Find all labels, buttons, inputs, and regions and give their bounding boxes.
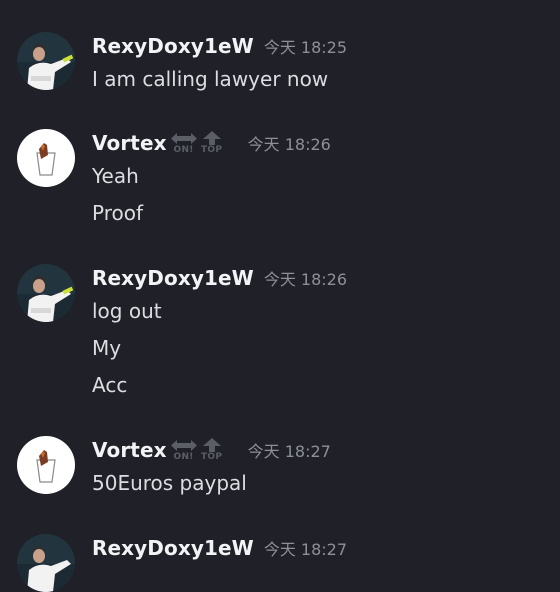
timestamp: 今天 18:27 (247, 442, 331, 461)
up-arrow-icon (202, 131, 221, 145)
soccer-player-avatar-icon (17, 534, 75, 592)
message-text: My (92, 336, 122, 360)
message-text: 50Euros paypal (92, 471, 247, 495)
message-text: I am calling lawyer now (92, 67, 329, 91)
double-arrow-icon (170, 439, 197, 451)
top-badge: TOP (198, 131, 226, 155)
message-text: Yeah (92, 164, 139, 188)
up-arrow-icon (202, 438, 221, 452)
username[interactable]: Vortex (92, 131, 167, 155)
timestamp: 今天 18:26 (263, 270, 348, 289)
timestamp: 今天 18:27 (263, 540, 348, 559)
badge-group: ON! TOP (170, 131, 226, 155)
top-badge: TOP (198, 438, 226, 462)
cup-avatar-icon (17, 129, 75, 187)
user-avatar[interactable] (17, 264, 75, 322)
double-arrow-icon (170, 132, 197, 144)
soccer-player-avatar-icon (17, 264, 75, 322)
timestamp: 今天 18:26 (247, 135, 331, 154)
badge-label: TOP (200, 145, 223, 155)
swap-badge: ON! (170, 132, 198, 155)
message-text: Proof (92, 201, 144, 225)
message-text: log out (92, 299, 162, 323)
username[interactable]: RexyDoxy1eW (92, 536, 254, 560)
badge-label: ON! (173, 144, 194, 155)
badge-label: ON! (173, 451, 194, 462)
user-avatar[interactable] (17, 129, 75, 187)
timestamp: 今天 18:25 (263, 38, 348, 57)
message-text: Acc (92, 373, 128, 397)
cup-avatar-icon (17, 436, 75, 494)
user-avatar[interactable] (17, 436, 75, 494)
soccer-player-avatar-icon (17, 32, 75, 90)
username[interactable]: Vortex (92, 438, 167, 462)
badge-group: ON! TOP (170, 438, 226, 462)
user-avatar[interactable] (17, 534, 75, 592)
username[interactable]: RexyDoxy1eW (92, 266, 254, 290)
swap-badge: ON! (170, 439, 198, 462)
chat-window: { "messages": [ { "author": "RexyDoxy1eW… (0, 0, 560, 592)
username[interactable]: RexyDoxy1eW (92, 34, 254, 58)
user-avatar[interactable] (17, 32, 75, 90)
badge-label: TOP (200, 452, 223, 462)
